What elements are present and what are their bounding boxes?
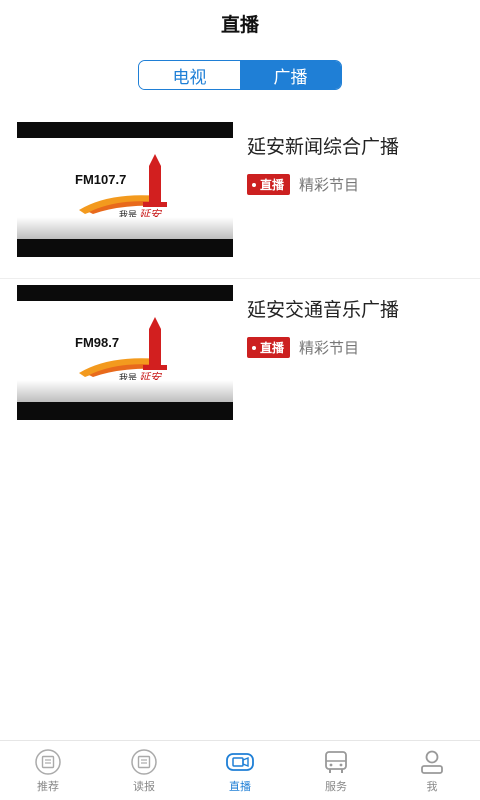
frequency-label: FM107.7	[75, 172, 127, 187]
station-name: 延安交通音乐广播	[247, 299, 400, 321]
station-meta: 直播 精彩节目	[247, 337, 359, 358]
program-subtitle: 精彩节目	[299, 339, 360, 357]
frequency-label: FM98.7	[75, 335, 120, 350]
station-card[interactable]: FM107.7 我是 延安 延安新闻综合广播 直播 精彩节目	[0, 116, 480, 278]
station-card[interactable]: FM98.7 我是 延安 延安交通音乐广播 直播 精彩节目	[0, 278, 480, 440]
station-list: FM107.7 我是 延安 延安新闻综合广播 直播 精彩节目 FM98.7 我是延…	[0, 116, 480, 440]
tab-label: 我	[426, 779, 438, 793]
tab-recommend[interactable]: 推荐	[0, 741, 96, 800]
user-icon	[417, 748, 447, 776]
live-camera-icon	[225, 748, 255, 776]
tab-label: 读报	[133, 779, 155, 793]
live-badge: 直播	[247, 174, 291, 195]
segment-tab-radio[interactable]: 广播	[240, 61, 341, 89]
program-subtitle: 精彩节目	[299, 176, 360, 194]
bottom-tab-bar: 推荐 读报 直播 服务 我	[0, 740, 480, 800]
recommend-icon	[33, 748, 63, 776]
tv-radio-segmented-control: 电视 广播	[138, 60, 342, 90]
tab-live[interactable]: 直播	[192, 741, 288, 800]
tab-label: 直播	[229, 779, 251, 793]
station-thumbnail[interactable]: FM107.7 我是 延安	[17, 122, 233, 257]
station-meta: 直播 精彩节目	[247, 174, 359, 195]
tab-service[interactable]: 服务	[288, 741, 384, 800]
header: 直播	[0, 0, 480, 46]
tab-me[interactable]: 我	[384, 741, 480, 800]
tab-label: 推荐	[37, 779, 59, 793]
station-name: 延安新闻综合广播	[247, 136, 400, 158]
page-title: 直播	[220, 13, 259, 36]
station-thumbnail[interactable]: FM98.7 我是 延安	[17, 285, 233, 420]
newspaper-icon	[129, 748, 159, 776]
live-badge: 直播	[247, 337, 291, 358]
bus-icon	[321, 748, 351, 776]
segment-tab-tv[interactable]: 电视	[139, 61, 240, 89]
tab-newspaper[interactable]: 读报	[96, 741, 192, 800]
tab-label: 服务	[325, 779, 347, 793]
